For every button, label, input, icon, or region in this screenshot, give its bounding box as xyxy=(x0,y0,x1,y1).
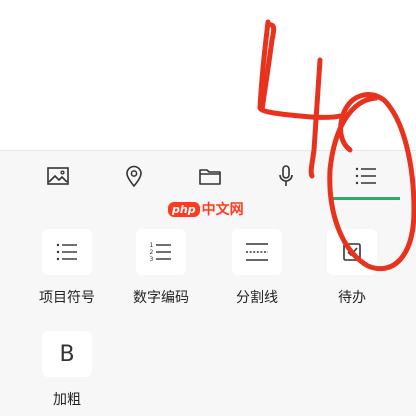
todo-button[interactable] xyxy=(327,229,377,275)
divider-button[interactable] xyxy=(232,229,282,275)
bold-option[interactable]: B 加粗 xyxy=(27,331,107,409)
editor-toolbar xyxy=(0,150,416,202)
location-pin-icon xyxy=(126,165,142,188)
bulleted-list-icon xyxy=(56,243,77,261)
svg-text:2: 2 xyxy=(150,249,154,256)
numbered-list-label: 数字编码 xyxy=(133,290,189,306)
numbered-list-icon: 1 2 3 xyxy=(150,242,171,263)
format-panel: 项目符号 1 2 3 数字编码 分割线 待办 B 加粗 xyxy=(0,201,416,416)
todo-option[interactable]: 待办 xyxy=(312,229,392,307)
bulleted-list-button[interactable] xyxy=(42,229,92,275)
voice-input-button[interactable] xyxy=(256,151,316,201)
bold-label: 加粗 xyxy=(53,392,81,408)
bold-icon: B xyxy=(59,341,75,367)
numbered-list-option[interactable]: 1 2 3 数字编码 xyxy=(121,229,201,307)
bulleted-list-option[interactable]: 项目符号 xyxy=(27,229,107,307)
note-content-area[interactable] xyxy=(0,0,416,150)
svg-text:3: 3 xyxy=(150,256,154,263)
watermark-logo: php 中文网 xyxy=(168,199,244,219)
insert-file-button[interactable] xyxy=(180,151,240,201)
divider-icon xyxy=(246,243,268,261)
bulleted-list-label: 项目符号 xyxy=(39,290,95,306)
divider-label: 分割线 xyxy=(236,290,278,306)
image-icon xyxy=(47,167,69,185)
folder-icon xyxy=(199,169,221,185)
watermark-text: 中文网 xyxy=(201,202,244,218)
bold-button[interactable]: B xyxy=(42,331,92,377)
checkbox-icon xyxy=(343,243,361,261)
todo-label: 待办 xyxy=(338,290,366,306)
microphone-icon xyxy=(279,165,293,186)
watermark-brand: php xyxy=(168,201,200,217)
numbered-list-button[interactable]: 1 2 3 xyxy=(136,229,186,275)
insert-image-button[interactable] xyxy=(28,151,88,201)
divider-option[interactable]: 分割线 xyxy=(217,229,297,307)
svg-text:1: 1 xyxy=(150,242,154,249)
list-icon xyxy=(355,167,376,185)
format-list-button[interactable] xyxy=(332,151,400,201)
active-tab-indicator xyxy=(332,197,400,200)
insert-location-button[interactable] xyxy=(104,151,164,201)
